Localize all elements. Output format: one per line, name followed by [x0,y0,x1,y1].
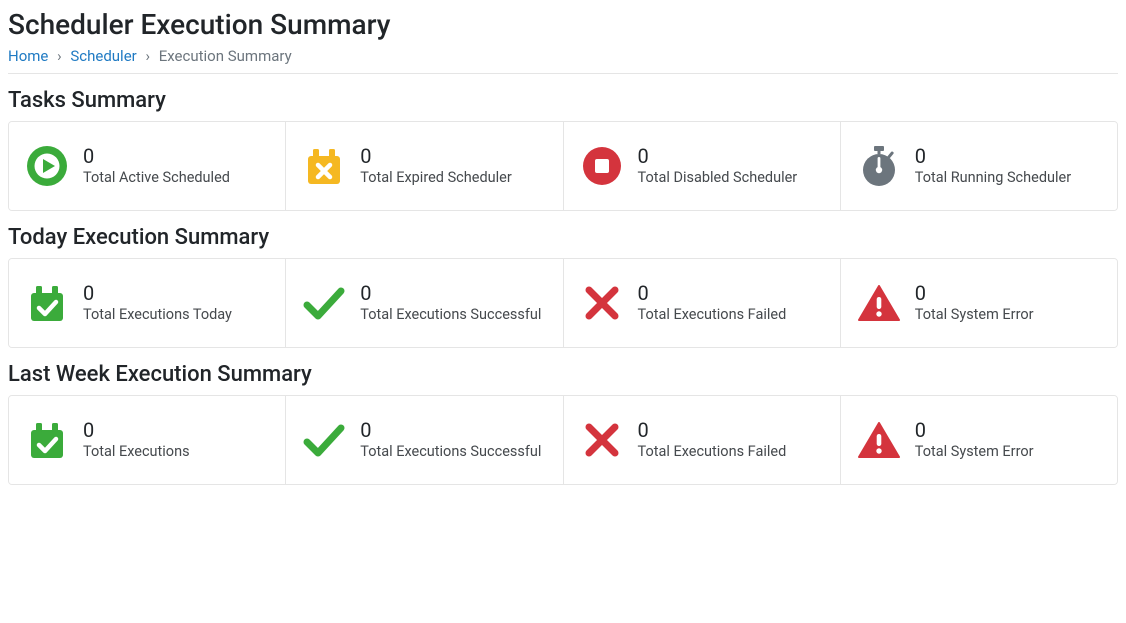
check-icon [302,418,346,462]
warning-icon [857,418,901,462]
card-running-scheduler: 0 Total Running Scheduler [841,122,1117,210]
today-summary-row: 0 Total Executions Today 0 Total Executi… [8,258,1118,348]
card-expired-scheduler: 0 Total Expired Scheduler [286,122,563,210]
card-active-scheduled: 0 Total Active Scheduled [9,122,286,210]
card-label: Total System Error [915,306,1034,323]
calendar-check-icon [25,418,69,462]
section-title-today: Today Execution Summary [8,225,1118,250]
warning-icon [857,281,901,325]
breadcrumb-scheduler[interactable]: Scheduler [70,47,136,65]
card-value: 0 [360,145,512,167]
card-exec-failed-today: 0 Total Executions Failed [564,259,841,347]
card-value: 0 [638,282,787,304]
card-label: Total Active Scheduled [83,169,230,186]
card-value: 0 [915,145,1071,167]
play-circle-icon [25,144,69,188]
card-label: Total Executions Successful [360,443,541,460]
card-system-error-today: 0 Total System Error [841,259,1117,347]
check-icon [302,281,346,325]
breadcrumb-sep: › [57,47,62,65]
breadcrumb: Home › Scheduler › Execution Summary [8,47,1118,74]
card-disabled-scheduler: 0 Total Disabled Scheduler [564,122,841,210]
card-label: Total Executions Failed [638,306,787,323]
card-value: 0 [915,282,1034,304]
card-value: 0 [915,419,1034,441]
card-system-error-lastweek: 0 Total System Error [841,396,1117,484]
tasks-summary-row: 0 Total Active Scheduled 0 Total Expired… [8,121,1118,211]
card-value: 0 [638,419,787,441]
lastweek-summary-row: 0 Total Executions 0 Total Executions Su… [8,395,1118,485]
card-exec-failed-lastweek: 0 Total Executions Failed [564,396,841,484]
card-exec-lastweek: 0 Total Executions [9,396,286,484]
calendar-check-icon [25,281,69,325]
stopwatch-icon [857,144,901,188]
card-exec-success-today: 0 Total Executions Successful [286,259,563,347]
card-label: Total Executions Today [83,306,232,323]
card-exec-today: 0 Total Executions Today [9,259,286,347]
card-label: Total Running Scheduler [915,169,1071,186]
card-value: 0 [638,145,798,167]
card-value: 0 [360,419,541,441]
card-value: 0 [360,282,541,304]
card-label: Total Executions [83,443,190,460]
section-title-lastweek: Last Week Execution Summary [8,362,1118,387]
card-value: 0 [83,419,190,441]
card-label: Total Executions Successful [360,306,541,323]
calendar-x-icon [302,144,346,188]
x-icon [580,418,624,462]
stop-circle-icon [580,144,624,188]
card-value: 0 [83,282,232,304]
breadcrumb-home[interactable]: Home [8,47,48,65]
page-title: Scheduler Execution Summary [8,8,1118,41]
card-label: Total Executions Failed [638,443,787,460]
card-exec-success-lastweek: 0 Total Executions Successful [286,396,563,484]
section-title-tasks: Tasks Summary [8,88,1118,113]
card-label: Total System Error [915,443,1034,460]
card-value: 0 [83,145,230,167]
card-label: Total Disabled Scheduler [638,169,798,186]
breadcrumb-current: Execution Summary [159,47,292,65]
breadcrumb-sep: › [145,47,150,65]
x-icon [580,281,624,325]
card-label: Total Expired Scheduler [360,169,512,186]
